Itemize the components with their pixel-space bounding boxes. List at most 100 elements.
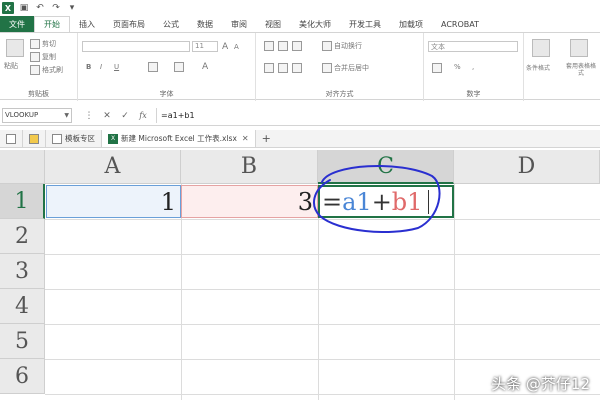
cell-a1[interactable]: 1 [46, 185, 181, 218]
tab-home[interactable]: 开始 [34, 16, 70, 32]
chevron-down-icon[interactable]: ▼ [64, 109, 69, 122]
underline-button[interactable]: U [114, 63, 119, 71]
align-right-button[interactable] [292, 63, 302, 73]
comma-button[interactable]: , [472, 63, 474, 71]
font-group: 11 A A B I U A 字体 [78, 33, 256, 101]
conditional-format-button[interactable]: 条件格式 [526, 63, 550, 72]
formula-input[interactable]: =a1+b1 [156, 108, 600, 123]
merge-center-button[interactable]: 合并后居中 [322, 63, 369, 73]
tab-file[interactable]: 文件 [0, 16, 34, 32]
align-center-button[interactable] [278, 63, 288, 73]
cut-button[interactable]: 剪切 [30, 39, 56, 49]
currency-button[interactable] [432, 63, 442, 73]
font-color-button[interactable]: A [202, 62, 208, 72]
enter-button[interactable]: ✓ [116, 111, 134, 121]
column-header-d[interactable]: D [454, 150, 600, 184]
tab-view[interactable]: 视图 [256, 16, 290, 32]
name-box-value: VLOOKUP [5, 111, 39, 119]
column-header-a[interactable]: A [45, 150, 181, 184]
tab-review[interactable]: 审阅 [222, 16, 256, 32]
font-size-select[interactable]: 11 [192, 41, 218, 52]
options-handle-icon[interactable]: ⋮ [80, 111, 98, 121]
format-table-icon[interactable] [570, 39, 588, 57]
bottom-align-button[interactable] [292, 41, 302, 51]
gridline [45, 219, 600, 220]
customize-qat-icon[interactable]: ▾ [66, 3, 78, 13]
tab-addins[interactable]: 加载项 [390, 16, 432, 32]
doc-tab-workbook[interactable]: X 新建 Microsoft Excel 工作表.xlsx ✕ [102, 130, 256, 147]
percent-button[interactable]: % [454, 63, 461, 71]
doc-tab-templates[interactable]: 模板专区 [46, 130, 102, 147]
font-grow-button[interactable]: A [222, 42, 228, 52]
column-header-b[interactable]: B [181, 150, 318, 184]
cut-label: 剪切 [42, 40, 56, 48]
paste-icon[interactable] [6, 39, 24, 57]
align-left-icon [264, 63, 274, 73]
alignment-group-label: 对齐方式 [325, 90, 354, 98]
add-tab-icon[interactable]: + [256, 130, 277, 147]
format-table-button[interactable]: 套用表格格式 [564, 63, 598, 77]
watermark: 头条 @芥仔12 [491, 375, 590, 393]
document-tab-strip: 模板专区 X 新建 Microsoft Excel 工作表.xlsx ✕ + [0, 130, 600, 148]
tab-insert[interactable]: 插入 [70, 16, 104, 32]
paint-bucket-icon [174, 62, 184, 72]
format-painter-button[interactable]: 格式刷 [30, 65, 63, 75]
save-icon[interactable]: ▣ [18, 3, 30, 13]
open-folder-tab[interactable] [23, 130, 46, 147]
ribbon-body: 粘贴 剪切 复制 格式刷 剪贴板 11 A A B I U A 字体 自动换行 … [0, 32, 600, 101]
row-header-5[interactable]: 5 [0, 324, 45, 359]
middle-align-button[interactable] [278, 41, 288, 51]
merge-icon [322, 63, 332, 73]
excel-file-icon: X [108, 133, 118, 144]
row-header-4[interactable]: 4 [0, 289, 45, 324]
cell-b1[interactable]: 3 [181, 185, 318, 218]
font-name-select[interactable] [82, 41, 190, 52]
undo-icon[interactable]: ↶ [34, 3, 46, 13]
column-header-c[interactable]: C [318, 150, 454, 184]
copy-label: 复制 [42, 53, 56, 61]
clipboard-group: 粘贴 剪切 复制 格式刷 剪贴板 [0, 33, 78, 101]
gridline [45, 324, 600, 325]
format-painter-label: 格式刷 [42, 66, 63, 74]
new-document-tab[interactable] [0, 130, 23, 147]
conditional-format-icon[interactable] [532, 39, 550, 57]
number-format-select[interactable]: 文本 [428, 41, 518, 52]
tab-page-layout[interactable]: 页面布局 [104, 16, 154, 32]
cell-c1-editing[interactable]: = a1 + b1 [318, 185, 454, 218]
row-header-3[interactable]: 3 [0, 254, 45, 289]
doc-tab-workbook-label: 新建 Microsoft Excel 工作表.xlsx [121, 134, 237, 143]
row-header-6[interactable]: 6 [0, 359, 45, 394]
row-header-2[interactable]: 2 [0, 219, 45, 254]
paste-button[interactable]: 粘贴 [4, 61, 18, 71]
row-header-1[interactable]: 1 [0, 184, 45, 219]
formula-ref-b1: b1 [391, 187, 423, 216]
borders-button[interactable] [148, 62, 158, 72]
tab-data[interactable]: 数据 [188, 16, 222, 32]
fill-color-button[interactable] [174, 62, 184, 72]
spreadsheet-grid: A B C D 1 2 3 4 5 6 1 3 = a1 + b1 头条 @芥仔… [0, 150, 600, 400]
top-align-button[interactable] [264, 41, 274, 51]
copy-button[interactable]: 复制 [30, 52, 56, 62]
border-icon [148, 62, 158, 72]
gridline [45, 359, 600, 360]
tab-acrobat[interactable]: ACROBAT [432, 16, 488, 32]
align-left-button[interactable] [264, 63, 274, 73]
close-icon[interactable]: ✕ [242, 134, 249, 143]
tab-formulas[interactable]: 公式 [154, 16, 188, 32]
name-box[interactable]: VLOOKUP ▼ [2, 108, 72, 123]
formula-ref-a1: a1 [342, 187, 372, 216]
align-right-icon [292, 63, 302, 73]
select-all-corner[interactable] [0, 150, 45, 184]
tab-beautify[interactable]: 美化大师 [290, 16, 340, 32]
new-document-icon [6, 133, 16, 144]
gridline [45, 254, 600, 255]
tab-developer[interactable]: 开发工具 [340, 16, 390, 32]
cancel-button[interactable]: ✕ [98, 111, 116, 121]
bold-button[interactable]: B [86, 63, 91, 71]
redo-icon[interactable]: ↷ [50, 3, 62, 13]
insert-function-button[interactable]: fx [134, 111, 152, 120]
align-center-icon [278, 63, 288, 73]
wrap-text-button[interactable]: 自动换行 [322, 41, 362, 51]
italic-button[interactable]: I [100, 63, 102, 71]
font-shrink-button[interactable]: A [234, 43, 239, 51]
